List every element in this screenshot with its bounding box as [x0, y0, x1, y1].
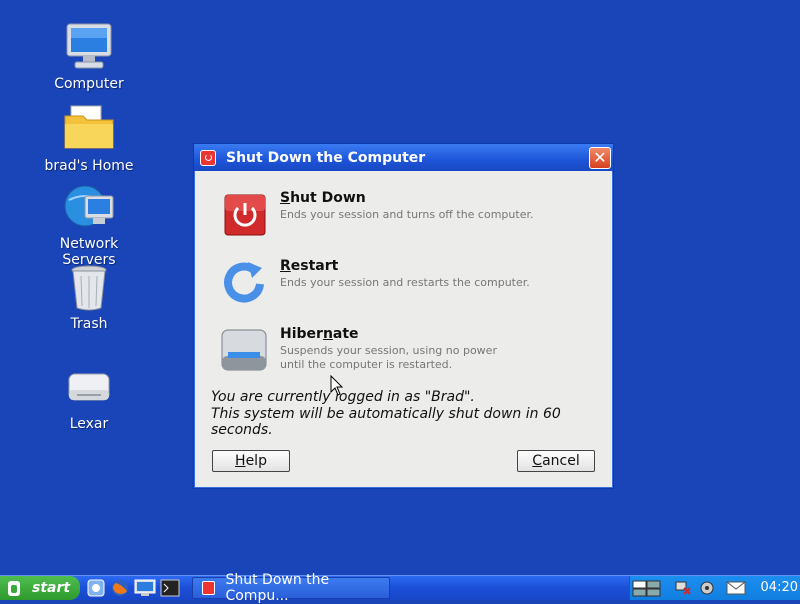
- desktop-icon-lexar[interactable]: Lexar: [34, 362, 144, 432]
- start-logo-icon: [8, 580, 20, 596]
- shutdown-title: Shut Down: [280, 190, 366, 206]
- shutdown-dialog: Shut Down the Computer ✕ Shut Down Ends …: [193, 143, 614, 489]
- taskbar: start Shut Down the Compu... 04:20: [0, 572, 800, 604]
- cancel-button[interactable]: Cancel: [517, 450, 595, 472]
- clock[interactable]: 04:20: [761, 580, 798, 595]
- hibernate-title: Hibernate: [280, 326, 359, 342]
- restart-option[interactable]: Restart Ends your session and restarts t…: [220, 258, 580, 314]
- taskbar-task-shutdown[interactable]: Shut Down the Compu...: [192, 572, 390, 604]
- computer-icon: [63, 22, 115, 74]
- desktop-icon-trash[interactable]: Trash: [34, 262, 144, 332]
- power-icon: [202, 581, 216, 595]
- quicklaunch-firefox-icon[interactable]: [110, 579, 130, 597]
- desktop-icon-network[interactable]: Network Servers: [34, 182, 144, 268]
- shutdown-description: Ends your session and turns off the comp…: [280, 208, 534, 221]
- hibernate-drive-icon: [220, 326, 268, 374]
- shutdown-power-icon: [220, 190, 268, 238]
- mouse-cursor-icon: [330, 375, 344, 396]
- system-tray: 04:20: [629, 576, 800, 600]
- power-icon: [200, 149, 216, 166]
- quicklaunch-terminal-icon[interactable]: [160, 579, 180, 597]
- desktop-icon-home[interactable]: brad's Home: [34, 104, 144, 174]
- start-label: start: [32, 580, 71, 596]
- quicklaunch-finder-icon[interactable]: [86, 579, 106, 597]
- drive-icon: [63, 362, 115, 414]
- mail-icon[interactable]: [726, 580, 746, 596]
- dialog-titlebar[interactable]: Shut Down the Computer ✕: [194, 144, 613, 171]
- restart-title: Restart: [280, 258, 339, 274]
- workspace-switcher-icon[interactable]: [632, 580, 661, 597]
- restart-icon: [220, 258, 268, 306]
- close-button[interactable]: ✕: [589, 147, 611, 169]
- help-button[interactable]: Help: [212, 450, 290, 472]
- shutdown-option[interactable]: Shut Down Ends your session and turns of…: [220, 190, 580, 246]
- desktop-icon-label: brad's Home: [44, 158, 134, 174]
- desktop-icon-label: Trash: [70, 316, 108, 332]
- folder-icon: [63, 104, 115, 156]
- desktop-icon-label: Lexar: [69, 416, 109, 432]
- hibernate-description: Suspends your session, using no power un…: [280, 344, 497, 371]
- trash-icon: [63, 262, 115, 314]
- task-label: Shut Down the Compu...: [225, 572, 330, 604]
- volume-icon[interactable]: [698, 580, 716, 596]
- close-icon: ✕: [593, 148, 607, 167]
- desktop-icon-label: Computer: [54, 76, 124, 92]
- dialog-title: Shut Down the Computer: [226, 149, 426, 166]
- network-disconnected-icon[interactable]: [674, 580, 692, 596]
- quicklaunch-desktop-icon[interactable]: [134, 579, 156, 597]
- network-globe-icon: [63, 182, 115, 234]
- restart-description: Ends your session and restarts the compu…: [280, 276, 530, 289]
- desktop-icon-computer[interactable]: Computer: [34, 22, 144, 92]
- start-button[interactable]: start: [0, 576, 80, 600]
- hibernate-option[interactable]: Hibernate Suspends your session, using n…: [220, 326, 580, 382]
- auto-shutdown-message: This system will be automatically shut d…: [211, 406, 561, 438]
